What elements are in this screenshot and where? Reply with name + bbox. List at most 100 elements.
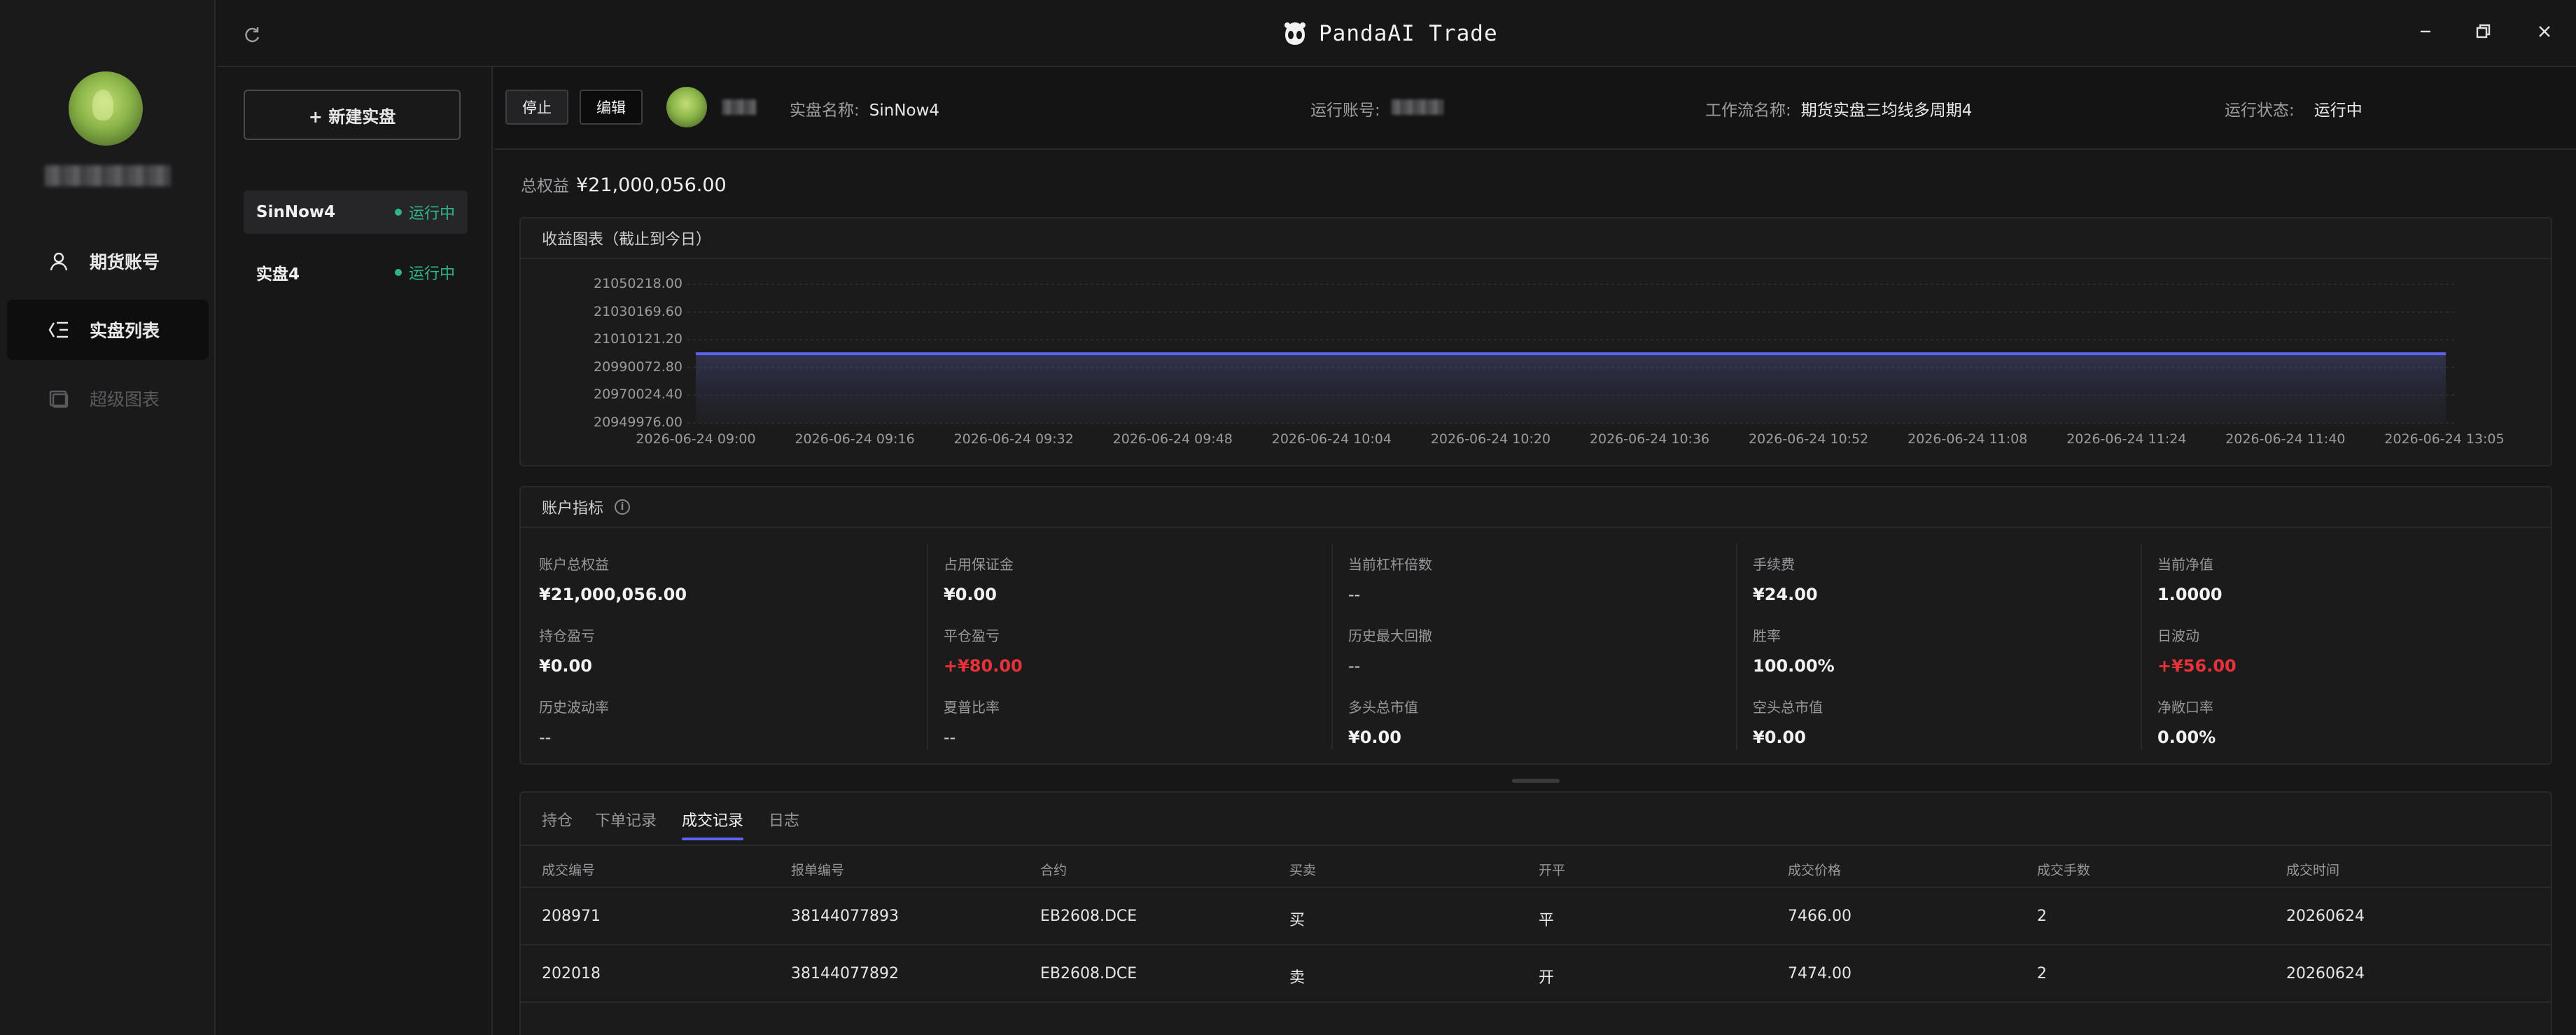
column-header[interactable]: 开平: [1539, 860, 1565, 879]
metric-item: 胜率 100.00%: [1753, 625, 2157, 676]
minimize-icon[interactable]: [2415, 21, 2436, 42]
metric-label: 账户总权益: [539, 556, 609, 573]
strategy-item[interactable]: SinNow4 运行中: [244, 190, 468, 234]
table-cell: EB2608.DCE: [1040, 908, 1138, 925]
close-icon[interactable]: [2534, 21, 2555, 42]
run-status-field: 运行状态: 运行中: [2225, 97, 2362, 120]
table-cell: 208971: [542, 908, 601, 925]
strategy-name-field: 实盘名称: SinNow4: [790, 97, 939, 120]
column-header[interactable]: 成交编号: [542, 860, 595, 879]
tab-trades[interactable]: 成交记录: [682, 808, 744, 840]
metric-label: 当前杠杆倍数: [1348, 556, 1432, 573]
nav-item-label: 超级图表: [90, 389, 160, 410]
strategy-item[interactable]: 实盘4 运行中: [244, 251, 468, 294]
run-status-key: 运行状态:: [2225, 102, 2295, 120]
table-cell: EB2608.DCE: [1040, 965, 1138, 982]
blurred-username: [45, 165, 171, 186]
strategy-detail-header: 停止 编辑 实盘名称: SinNow4 运行账号: 工作流名称: 期货实盘三均线多周…: [494, 67, 2576, 150]
table-cell: 38144077892: [791, 965, 899, 982]
profit-chart-title: 收益图表（截止到今日）: [521, 218, 2551, 259]
metric-item: 多头总市值 ¥0.00: [1348, 696, 1753, 747]
profit-chart[interactable]: 21050218.00 21030169.60 21010121.20 2099007…: [521, 261, 2551, 465]
metric-value: +¥56.00: [2157, 656, 2236, 676]
info-icon[interactable]: i: [615, 499, 631, 515]
metric-value: ¥0.00: [539, 656, 592, 676]
x-tick-label: 2026-06-24 10:04: [1271, 431, 1392, 447]
user-icon: [50, 252, 68, 271]
y-tick-label: 20970024.40: [594, 387, 682, 403]
metric-value: ¥0.00: [1348, 728, 1401, 747]
account-field: 运行账号:: [1310, 97, 1380, 120]
edit-button[interactable]: 编辑: [580, 90, 643, 125]
metric-label: 手续费: [1753, 556, 1795, 573]
column-header[interactable]: 成交价格: [1788, 860, 1841, 879]
resize-handle[interactable]: [1512, 779, 1560, 783]
metric-label: 占用保证金: [944, 556, 1014, 573]
metric-label: 历史最大回撤: [1348, 627, 1432, 644]
metric-item: 历史最大回撤 --: [1348, 625, 1753, 676]
table-cell: 38144077893: [791, 908, 899, 925]
x-tick-label: 2026-06-24 10:36: [1589, 431, 1710, 447]
stop-button[interactable]: 停止: [505, 90, 568, 125]
y-tick-label: 20949976.00: [594, 415, 682, 430]
metric-value: 1.0000: [2157, 585, 2222, 604]
metric-label: 历史波动率: [539, 699, 609, 716]
column-header[interactable]: 合约: [1040, 860, 1067, 879]
nav-item-futures-account[interactable]: 期货账号: [7, 231, 209, 291]
table-row[interactable]: 202018 38144077892 EB2608.DCE 卖 开 7474.00 2 202…: [521, 947, 2551, 1003]
y-tick-label: 21030169.60: [594, 303, 682, 319]
metric-item: 占用保证金 ¥0.00: [944, 553, 1348, 604]
table-cell: 202018: [542, 965, 601, 982]
restore-icon[interactable]: [2472, 21, 2493, 42]
nav-item-strategy-list[interactable]: 实盘列表: [7, 300, 209, 360]
chart-icon: [49, 390, 69, 408]
run-status-value: 运行中: [2314, 102, 2362, 120]
refresh-icon[interactable]: [242, 25, 262, 45]
tab-orders[interactable]: 下单记录: [595, 808, 657, 831]
column-header[interactable]: 报单编号: [791, 860, 844, 879]
metric-value: --: [944, 728, 956, 747]
app-brand: PandaAI Trade: [1281, 20, 1498, 48]
tab-logs[interactable]: 日志: [769, 808, 799, 831]
metric-label: 当前净值: [2157, 556, 2213, 573]
metric-value: ¥0.00: [1753, 728, 1806, 747]
metric-item: 手续费 ¥24.00: [1753, 553, 2157, 604]
workflow-field: 工作流名称: 期货实盘三均线多周期4: [1705, 97, 1972, 120]
strategy-name-key: 实盘名称:: [790, 102, 860, 120]
workflow-value: 期货实盘三均线多周期4: [1800, 102, 1973, 120]
metric-item: 账户总权益 ¥21,000,056.00: [539, 553, 944, 604]
column-header[interactable]: 买卖: [1289, 860, 1316, 879]
nav-item-super-chart[interactable]: 超级图表: [7, 368, 209, 429]
app-window: 期货账号 实盘列表 超级图表 PandaAI Trade + 新建实盘 SinN…: [0, 0, 2576, 1035]
metric-item: 持仓盈亏 ¥0.00: [539, 625, 944, 676]
table-cell: 平: [1539, 912, 1555, 929]
table-cell: 20260624: [2286, 908, 2365, 925]
profit-chart-card: 收益图表（截止到今日） 21050218.00 21030169.60 210101…: [519, 217, 2552, 466]
title-bar: PandaAI Trade: [217, 0, 2576, 67]
column-header[interactable]: 成交时间: [2286, 860, 2339, 879]
strategy-name-value: SinNow4: [869, 102, 940, 120]
total-equity-value: ¥21,000,056.00: [576, 174, 727, 196]
blurred-account: [1392, 99, 1443, 115]
new-strategy-button[interactable]: + 新建实盘: [244, 90, 461, 140]
x-tick-label: 2026-06-24 09:48: [1112, 431, 1233, 447]
user-avatar[interactable]: [69, 71, 143, 146]
metric-value: 0.00%: [2157, 728, 2216, 747]
table-cell: 7466.00: [1788, 908, 1851, 925]
table-row[interactable]: 208971 38144077893 EB2608.DCE 买 平 7466.00 2 202…: [521, 889, 2551, 945]
records-card: 持仓 下单记录 成交记录 日志 成交编号 报单编号 合约 买卖 开平 成交价格 成交手数 成交…: [519, 791, 2552, 1035]
tab-positions[interactable]: 持仓: [542, 808, 573, 831]
strategy-status: 运行中: [395, 201, 455, 223]
table-cell: 开: [1539, 969, 1555, 987]
blurred-owner: [722, 99, 756, 115]
x-tick-label: 2026-06-24 11:24: [2066, 431, 2187, 447]
column-header[interactable]: 成交手数: [2037, 860, 2090, 879]
x-tick-label: 2026-06-24 09:32: [953, 431, 1074, 447]
account-metrics-label: 账户指标: [542, 500, 604, 518]
x-tick-label: 2026-06-24 10:52: [1749, 431, 1869, 447]
strategy-list-panel: + 新建实盘 SinNow4 运行中 实盘4 运行中: [217, 67, 493, 1035]
column-divider: [1736, 543, 1737, 749]
y-tick-label: 21050218.00: [594, 276, 682, 291]
x-tick-label: 2026-06-24 11:08: [1907, 431, 2028, 447]
metric-value: --: [1348, 585, 1361, 604]
